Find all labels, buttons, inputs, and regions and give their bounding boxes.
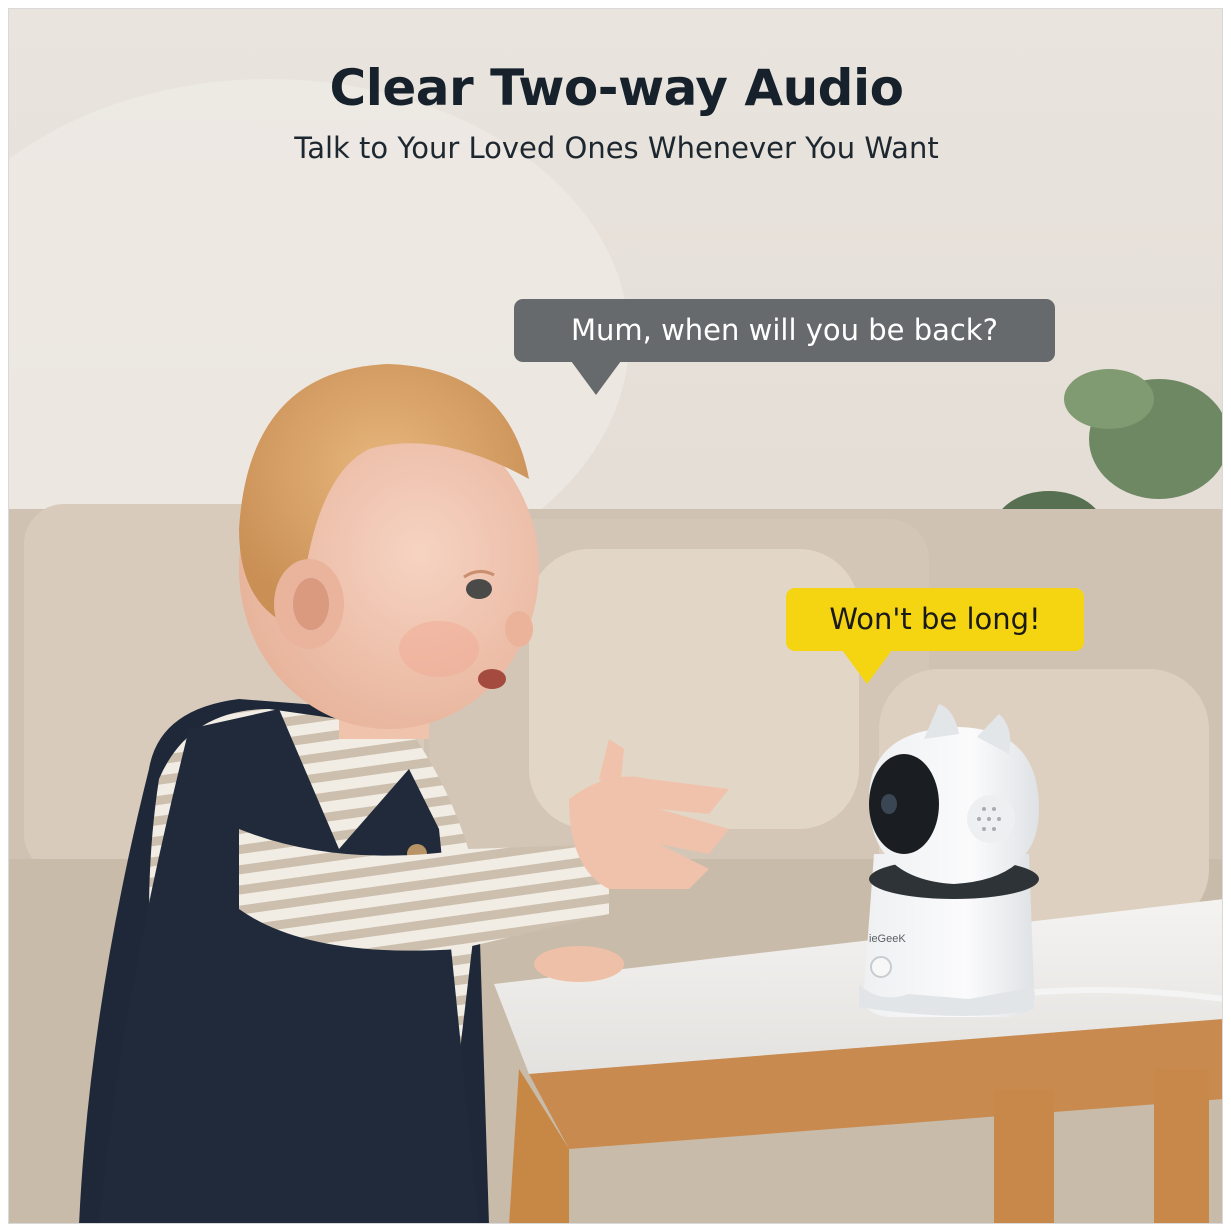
camera-brand-text: ieGeeK [869,933,906,945]
reply-speech-bubble: Won't be long! [786,588,1084,651]
child-speech-bubble-tail [571,361,621,395]
scene-photo: ieGeeK Clear Two-way Audio Talk to Your … [8,8,1223,1224]
product-image-frame: ieGeeK Clear Two-way Audio Talk to Your … [0,0,1231,1232]
reply-speech-bubble-tail [842,650,892,684]
headline: Clear Two-way Audio [329,59,904,117]
subheadline: Talk to Your Loved Ones Whenever You Wan… [294,131,939,165]
child-speech-bubble: Mum, when will you be back? [514,299,1055,362]
